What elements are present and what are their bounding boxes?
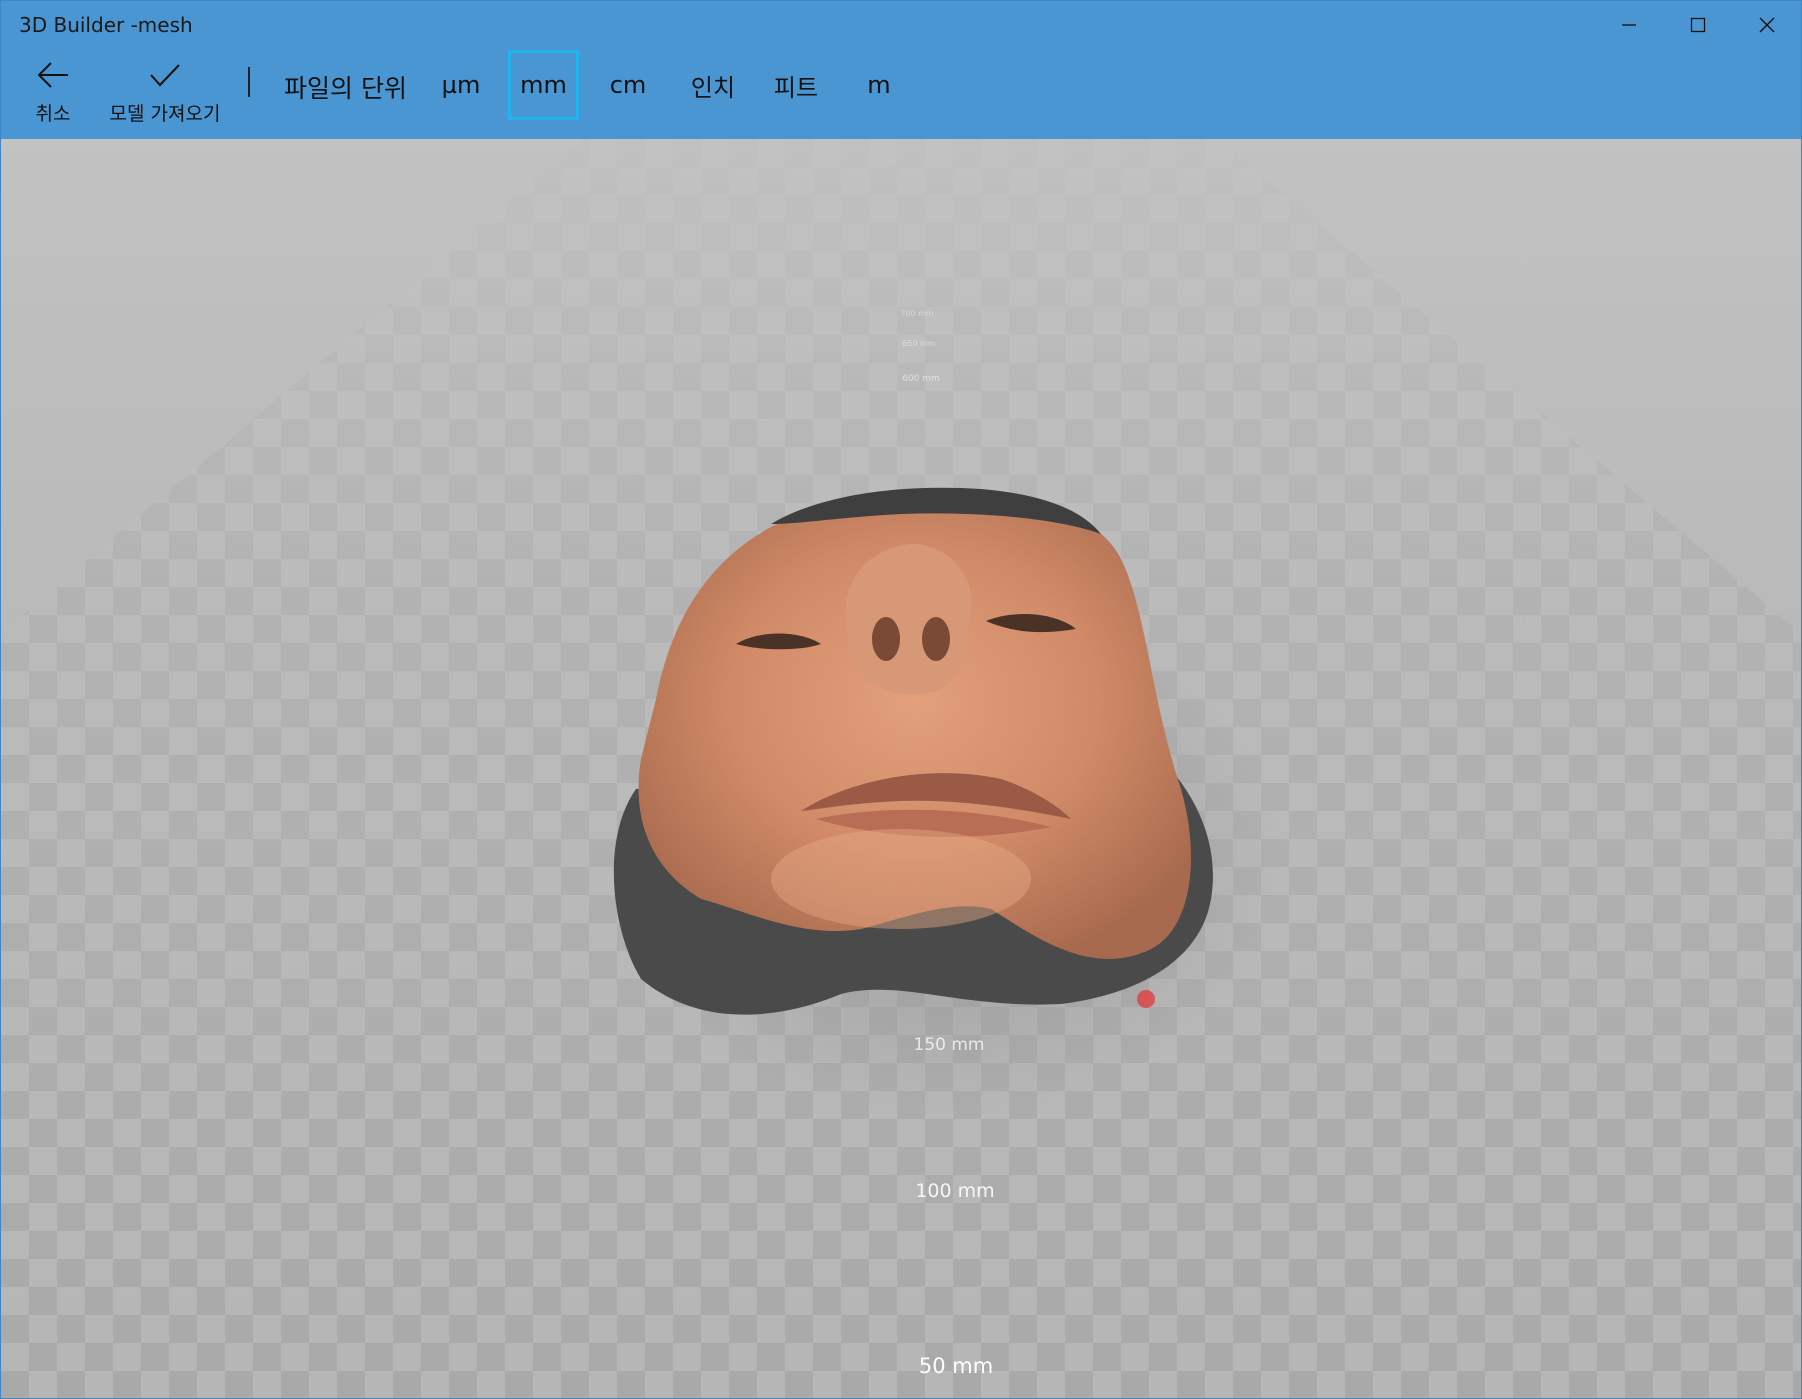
3d-viewport[interactable]: 600 mm 650 mm 700 mm 150 mm 100 mm 50 mm <box>1 139 1801 1398</box>
unit-option-feet[interactable]: 피트 <box>764 50 828 120</box>
ruler-label-100: 100 mm <box>915 1180 995 1202</box>
minimize-icon <box>1621 24 1636 26</box>
ruler-label-50: 50 mm <box>918 1354 994 1378</box>
import-model-label: 모델 가져오기 <box>109 103 221 125</box>
minimize-button[interactable] <box>1594 1 1663 49</box>
cancel-label: 취소 <box>35 103 71 125</box>
title-bar: 3D Builder -mesh 취소 모델 가져오기 파일의 단위 µm mm… <box>1 1 1801 139</box>
units-label: 파일의 단위 <box>284 74 407 103</box>
toolbar-separator <box>248 67 250 97</box>
app-window: 3D Builder -mesh 취소 모델 가져오기 파일의 단위 µm mm… <box>0 0 1802 1399</box>
unit-option-m[interactable]: m <box>849 50 909 120</box>
unit-option-um[interactable]: µm <box>431 50 491 120</box>
toolbar: 취소 모델 가져오기 파일의 단위 µm mm cm 인치 피트 m <box>1 50 1801 139</box>
unit-option-inch[interactable]: 인치 <box>681 50 745 120</box>
import-model-button[interactable]: 모델 가져오기 <box>103 53 227 139</box>
checkmark-icon <box>150 64 180 87</box>
unit-option-cm[interactable]: cm <box>598 50 658 120</box>
window-title: 3D Builder -mesh <box>19 13 193 37</box>
window-controls <box>1594 1 1801 49</box>
scene-canvas <box>1 139 1801 1398</box>
unit-option-mm[interactable]: mm <box>508 50 579 120</box>
maximize-icon <box>1690 17 1705 33</box>
cancel-button[interactable]: 취소 <box>23 53 83 139</box>
ruler-label-650: 650 mm <box>902 339 936 348</box>
ruler-label-150: 150 mm <box>913 1035 985 1055</box>
arrow-left-icon <box>37 62 68 88</box>
ruler-label-600: 600 mm <box>902 374 940 384</box>
close-button[interactable] <box>1732 1 1801 49</box>
maximize-button[interactable] <box>1663 1 1732 49</box>
ruler-label-700: 700 mm <box>900 309 934 318</box>
close-icon <box>1759 17 1774 33</box>
